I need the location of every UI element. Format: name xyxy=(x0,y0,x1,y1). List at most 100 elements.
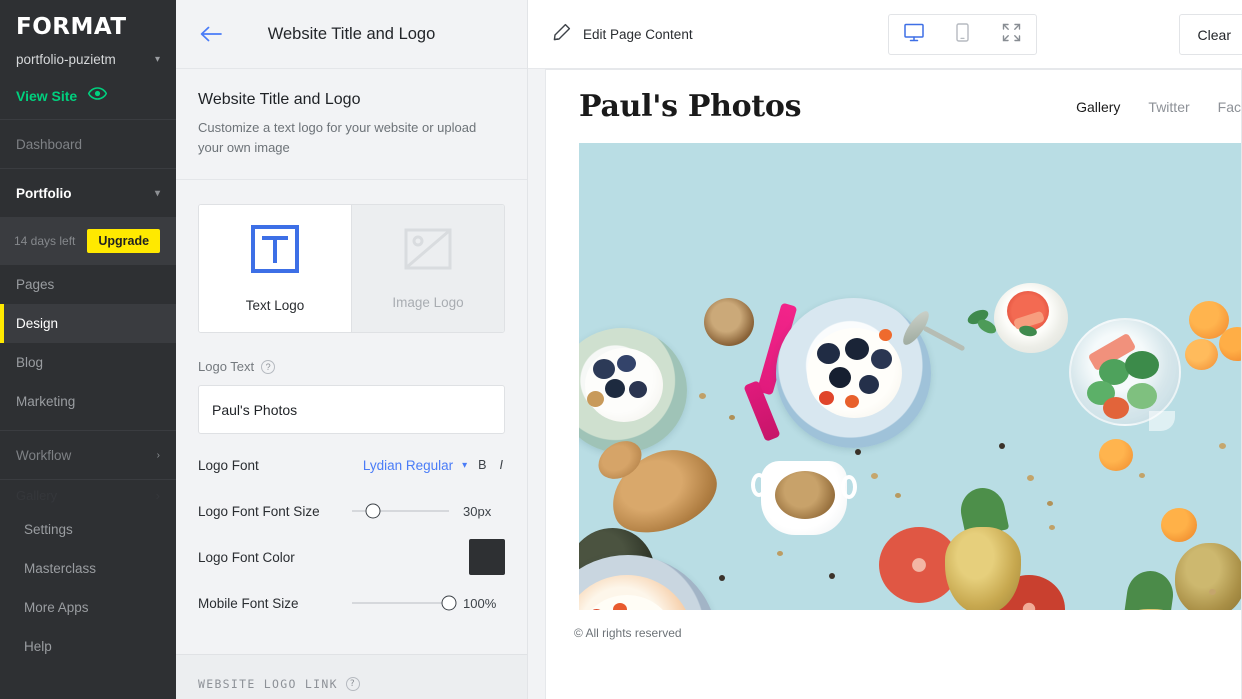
sidebar-item-dashboard[interactable]: Dashboard xyxy=(0,120,176,168)
panel-title: Website Title and Logo xyxy=(267,24,436,43)
sidebar-item-label: Marketing xyxy=(16,394,76,409)
logo-text-label: Logo Text xyxy=(198,359,255,374)
app-root: FORMAT portfolio-puzietm ▾ View Site Das… xyxy=(0,0,1242,699)
logo-font-color-row: Logo Font Color xyxy=(198,534,505,580)
logo-text-field-group: Logo Text ? xyxy=(198,359,505,434)
mobile-font-size-controls: 100% xyxy=(352,595,505,611)
mobile-font-size-value: 100% xyxy=(463,595,497,611)
panel-intro: Website Title and Logo Customize a text … xyxy=(176,69,527,157)
sidebar-item-workflow[interactable]: Workflow › xyxy=(0,431,176,479)
help-icon[interactable]: ? xyxy=(261,359,276,374)
fullscreen-icon xyxy=(1002,23,1021,47)
mobile-font-size-label: Mobile Font Size xyxy=(198,595,299,611)
main-sidebar: FORMAT portfolio-puzietm ▾ View Site Das… xyxy=(0,0,176,699)
view-site-link[interactable]: View Site xyxy=(16,87,160,105)
image-logo-icon xyxy=(404,228,452,275)
sidebar-item-label: Dashboard xyxy=(16,136,83,152)
sidebar-item-settings[interactable]: Settings xyxy=(0,510,176,549)
panel-intro-description: Customize a text logo for your website o… xyxy=(198,120,477,155)
edit-page-content-button[interactable]: Edit Page Content xyxy=(553,23,693,46)
sidebar-item-blog[interactable]: Blog xyxy=(0,343,176,382)
logo-font-color-label: Logo Font Color xyxy=(198,549,295,565)
view-site-label: View Site xyxy=(16,88,78,104)
site-nav-item-facebook[interactable]: Fac xyxy=(1218,99,1241,115)
site-preview-nav: Gallery Twitter Fac xyxy=(1076,99,1241,115)
trial-days-label: 14 days left xyxy=(14,234,76,248)
back-arrow-icon[interactable] xyxy=(200,26,222,42)
mobile-preview-button[interactable] xyxy=(938,15,987,54)
slider-track xyxy=(352,602,449,604)
website-logo-link-label: WEBSITE LOGO LINK xyxy=(198,677,338,691)
mobile-icon xyxy=(956,22,969,47)
site-preview-footer: © All rights reserved xyxy=(574,626,682,640)
preview-toolbar: Edit Page Content Clear xyxy=(528,0,1242,69)
bold-button[interactable]: B xyxy=(476,458,488,472)
sidebar-footer-list: Settings Masterclass More Apps Help xyxy=(0,510,176,666)
logo-font-select[interactable]: Lydian Regular xyxy=(363,458,453,473)
upgrade-button[interactable]: Upgrade xyxy=(87,229,161,253)
format-logo: FORMAT xyxy=(16,14,127,40)
sidebar-item-marketing[interactable]: Marketing xyxy=(0,382,176,421)
sidebar-group-portfolio[interactable]: Portfolio ▾ xyxy=(0,169,176,217)
preview-stage: Edit Page Content Clear Paul's Photos Ga… xyxy=(528,0,1242,699)
image-logo-label: Image Logo xyxy=(392,294,464,310)
sidebar-item-label: Design xyxy=(16,316,59,331)
sidebar-item-label: More Apps xyxy=(24,600,89,615)
logo-font-label: Logo Font xyxy=(198,457,259,473)
image-logo-card[interactable]: Image Logo xyxy=(351,205,504,332)
panel-intro-title: Website Title and Logo xyxy=(198,91,361,108)
site-switcher[interactable]: portfolio-puzietm ▾ xyxy=(16,52,160,67)
site-logo-text: Paul's Photos xyxy=(579,89,802,124)
sidebar-item-help[interactable]: Help xyxy=(0,627,176,666)
site-preview-header: Paul's Photos Gallery Twitter Fac xyxy=(546,70,1241,143)
pencil-icon xyxy=(553,23,571,46)
eye-icon xyxy=(88,87,108,105)
chevron-right-icon: › xyxy=(156,449,160,461)
logo-font-size-controls: 30px xyxy=(352,503,505,519)
sidebar-item-more-apps[interactable]: More Apps xyxy=(0,588,176,627)
sidebar-item-label: Gallery xyxy=(16,487,58,503)
text-logo-card[interactable]: Text Logo xyxy=(199,205,351,332)
site-switcher-label: portfolio-puzietm xyxy=(16,52,116,67)
sidebar-item-pages[interactable]: Pages xyxy=(0,265,176,304)
text-logo-label: Text Logo xyxy=(245,297,305,313)
edit-page-content-label: Edit Page Content xyxy=(583,26,693,42)
logo-font-size-value: 30px xyxy=(463,503,492,519)
help-icon[interactable]: ? xyxy=(345,677,360,691)
sidebar-item-label: Help xyxy=(24,639,52,654)
slider-thumb[interactable] xyxy=(441,595,457,611)
sidebar-brand-block: FORMAT portfolio-puzietm ▾ View Site xyxy=(0,0,176,119)
logo-font-size-label: Logo Font Font Size xyxy=(198,503,320,519)
clear-button[interactable]: Clear xyxy=(1178,14,1242,55)
logo-font-size-slider[interactable] xyxy=(352,503,449,519)
site-nav-item-twitter[interactable]: Twitter xyxy=(1148,99,1189,115)
desktop-icon xyxy=(903,23,924,47)
mobile-font-size-slider[interactable] xyxy=(352,595,457,611)
website-logo-link-section: WEBSITE LOGO LINK ? xyxy=(176,654,527,699)
chevron-down-icon: ▾ xyxy=(154,53,160,65)
sidebar-item-label: Masterclass xyxy=(24,561,97,576)
logo-text-input[interactable] xyxy=(198,385,505,434)
sidebar-nav-list: Pages Design Blog Marketing xyxy=(0,265,176,421)
site-nav-item-gallery[interactable]: Gallery xyxy=(1076,99,1120,115)
fullscreen-preview-button[interactable] xyxy=(987,15,1036,54)
slider-thumb[interactable] xyxy=(365,503,381,519)
sidebar-item-design[interactable]: Design xyxy=(0,304,176,343)
italic-button[interactable]: I xyxy=(498,458,505,472)
chevron-right-icon: › xyxy=(155,487,160,503)
sidebar-item-gallery-collapsed[interactable]: Gallery › xyxy=(0,480,176,510)
chevron-down-icon[interactable]: ▾ xyxy=(462,460,467,471)
logo-type-selector: Text Logo Image Logo xyxy=(198,204,505,333)
hero-food-photo xyxy=(579,143,1241,610)
logo-font-size-row: Logo Font Font Size 30px xyxy=(198,488,505,534)
sidebar-item-label: Workflow xyxy=(16,447,72,463)
trial-banner: 14 days left Upgrade xyxy=(0,217,176,265)
logo-font-row: Logo Font Lydian Regular ▾ B I xyxy=(198,442,505,488)
desktop-preview-button[interactable] xyxy=(889,15,938,54)
sidebar-item-masterclass[interactable]: Masterclass xyxy=(0,549,176,588)
logo-font-color-swatch[interactable] xyxy=(469,539,505,575)
sidebar-group-label: Portfolio xyxy=(16,185,72,201)
logo-text-label-row: Logo Text ? xyxy=(198,359,505,374)
sidebar-item-label: Pages xyxy=(16,277,55,292)
chevron-down-icon: ▾ xyxy=(154,187,160,199)
